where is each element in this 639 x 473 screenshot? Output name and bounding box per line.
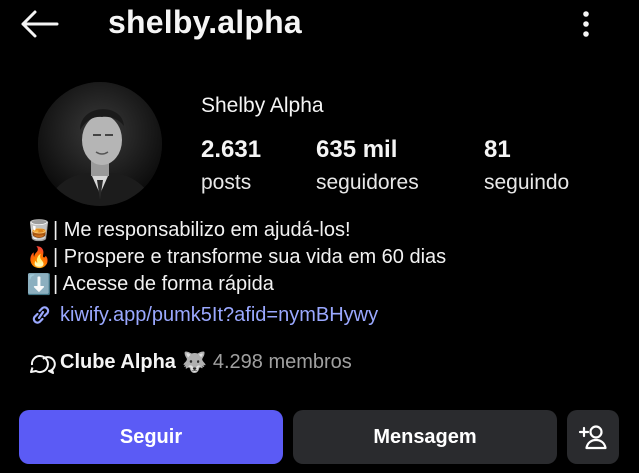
- follow-button-label: Seguir: [119, 425, 183, 448]
- followers-label: seguidores: [316, 171, 419, 194]
- link-icon: [32, 306, 50, 324]
- profile-photo: [38, 82, 162, 206]
- community-row[interactable]: Clube Alpha 🐺 4.298 membros: [28, 350, 352, 375]
- bio-text: | Acesse de forma rápida: [53, 273, 274, 295]
- followers-count: 635 mil: [316, 136, 398, 163]
- posts-label: posts: [201, 171, 252, 194]
- bio-line: ⬇️ | Acesse de forma rápida: [26, 273, 274, 296]
- following-count: 81: [484, 136, 511, 163]
- message-button-label: Mensagem: [373, 425, 477, 448]
- vertical-dots-icon: [583, 11, 589, 37]
- posts-count: 2.631: [201, 136, 262, 163]
- bio-text: | Me responsabilizo em ajudá-los!: [53, 219, 351, 241]
- display-name: Shelby Alpha: [201, 94, 324, 117]
- add-user-button[interactable]: [567, 410, 619, 464]
- community-chat-icon: [30, 354, 56, 374]
- message-button[interactable]: Mensagem: [293, 410, 557, 464]
- bio-text: | Prospere e transforme sua vida em 60 d…: [53, 246, 447, 268]
- more-options-button[interactable]: [566, 6, 606, 42]
- posts-stat[interactable]: 2.631 posts: [201, 136, 261, 196]
- add-person-icon: [578, 425, 607, 450]
- bio-line: 🥃 | Me responsabilizo em ajudá-los!: [26, 219, 351, 242]
- following-stat[interactable]: 81 seguindo: [484, 136, 569, 196]
- community-members: 4.298 membros: [212, 351, 352, 373]
- following-label: seguindo: [484, 171, 570, 194]
- bio-link-text: kiwify.app/pumk5It?afid=nymBHywy: [60, 303, 379, 326]
- profile-username: shelby.alpha: [108, 4, 302, 40]
- bio-link[interactable]: kiwify.app/pumk5It?afid=nymBHywy: [28, 303, 378, 327]
- fire-emoji-icon: 🔥: [26, 247, 52, 269]
- arrow-left-icon: [21, 10, 59, 38]
- follow-button[interactable]: Seguir: [19, 410, 283, 464]
- avatar[interactable]: [38, 82, 162, 206]
- bio-line: 🔥 | Prospere e transforme sua vida em 60…: [26, 246, 447, 269]
- community-name: Clube Alpha: [60, 351, 176, 373]
- wolf-emoji-icon: 🐺: [181, 352, 207, 374]
- followers-stat[interactable]: 635 mil seguidores: [316, 136, 419, 196]
- back-button[interactable]: [14, 6, 64, 42]
- down-arrow-emoji-icon: ⬇️: [26, 274, 52, 296]
- glass-emoji-icon: 🥃: [26, 220, 52, 242]
